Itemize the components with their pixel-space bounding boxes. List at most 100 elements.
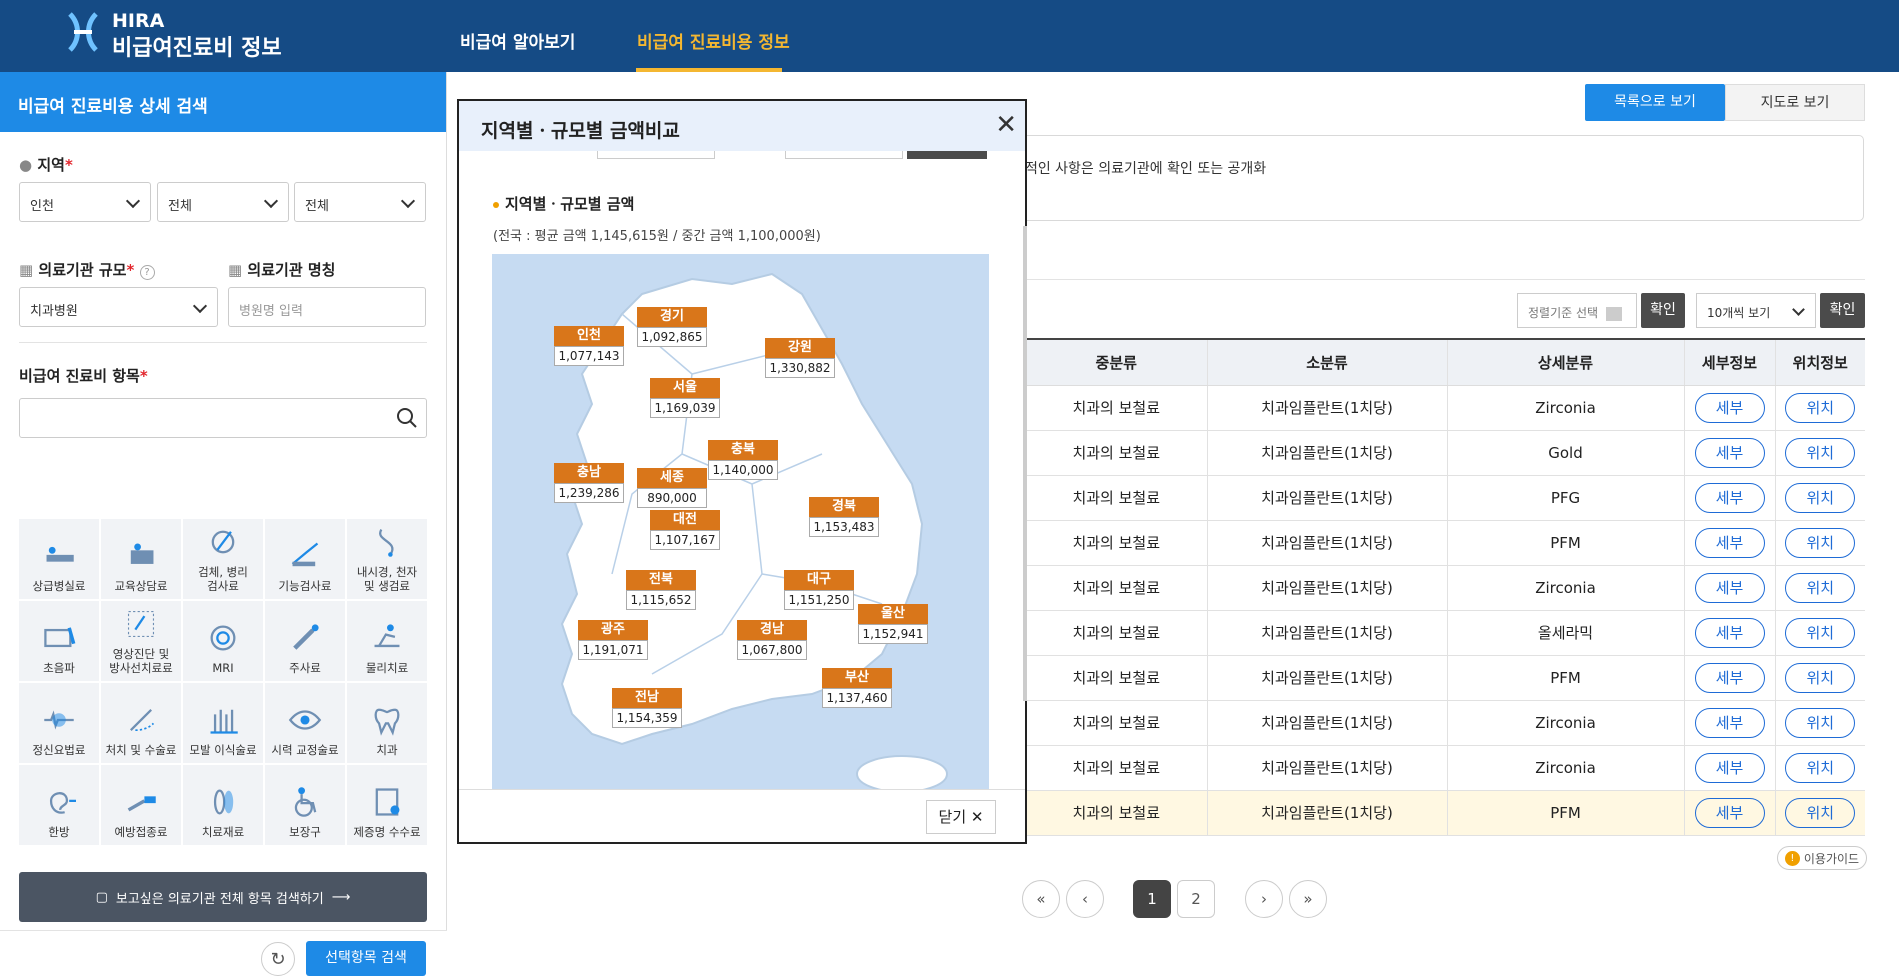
list-view-button[interactable]: 목록으로 보기	[1585, 84, 1725, 121]
search-icon[interactable]	[396, 407, 418, 429]
sort-confirm-button[interactable]: 확인	[1641, 293, 1685, 328]
category-item-endoscope[interactable]: 내시경, 천자 및 생검료	[347, 519, 427, 599]
page-button-current[interactable]: 1	[1133, 880, 1171, 918]
region-value: 1,107,167	[650, 530, 720, 550]
category-item-certificate[interactable]: 제증명 수수료	[347, 765, 427, 845]
region-district-select[interactable]: 전체	[157, 182, 289, 222]
category-item-ear[interactable]: 한방	[19, 765, 99, 845]
nav-item-learn[interactable]: 비급여 알아보기	[460, 28, 575, 53]
category-item-function-test[interactable]: 기능검사료	[265, 519, 345, 599]
divider	[0, 930, 447, 931]
page-size-select[interactable]: 10개씩 보기	[1696, 293, 1816, 328]
usage-guide-button[interactable]: ! 이용가이드	[1777, 846, 1867, 870]
col-header: 중분류	[1026, 338, 1208, 386]
category-item-ultrasound[interactable]: 초음파	[19, 601, 99, 681]
scale-select[interactable]: 치과병원	[19, 287, 218, 327]
help-icon[interactable]: ?	[139, 265, 155, 280]
region-badge: 충남 1,239,286	[554, 463, 624, 503]
search-all-items-button[interactable]: ▢ 보고싶은 의료기관 전체 항목 검색하기 ⟶	[19, 872, 427, 922]
category-label: 기능검사료	[278, 579, 332, 593]
sort-select[interactable]: 정렬기준 선택	[1517, 293, 1637, 328]
category-label: MRI	[212, 661, 234, 675]
category-item-wheelchair[interactable]: 보장구	[265, 765, 345, 845]
detail-button[interactable]: 세부	[1694, 392, 1765, 423]
category-item-injection[interactable]: 주사료	[265, 601, 345, 681]
category-item-bed[interactable]: 상급병실료	[19, 519, 99, 599]
map-view-button[interactable]: 지도로 보기	[1725, 84, 1865, 121]
detail-button[interactable]: 세부	[1694, 617, 1765, 648]
info-icon: !	[1784, 850, 1800, 866]
page-button[interactable]: 2	[1177, 880, 1215, 918]
refresh-icon[interactable]: ↻	[261, 942, 295, 976]
page-size-confirm-button[interactable]: 확인	[1820, 293, 1865, 328]
location-button[interactable]: 위치	[1785, 437, 1856, 468]
category-item-tooth[interactable]: 치과	[347, 683, 427, 763]
location-button[interactable]: 위치	[1785, 752, 1856, 783]
divider	[1026, 279, 1865, 280]
category-item-specimen[interactable]: 검체, 병리 검사료	[183, 519, 263, 599]
hospital-name-input[interactable]: 병원명 입력	[228, 287, 426, 327]
detail-button[interactable]: 세부	[1694, 437, 1765, 468]
first-page-icon[interactable]: «	[1022, 880, 1060, 918]
category-item-brain[interactable]: 정신요법료	[19, 683, 99, 763]
category-item-physio[interactable]: 물리치료	[347, 601, 427, 681]
hospital-icon: ▦	[228, 261, 243, 279]
table-row: 치과의 보철료 치과임플란트(1치당) Zirconia 세부 위치	[1026, 745, 1865, 791]
table-cell: 치과임플란트(1치당)	[1207, 520, 1448, 566]
category-item-hair[interactable]: 모발 이식술료	[183, 683, 263, 763]
location-button[interactable]: 위치	[1785, 707, 1856, 738]
prev-page-icon[interactable]: ‹	[1066, 880, 1104, 918]
category-label: 검체, 병리 검사료	[198, 565, 248, 593]
name-label: ▦ 의료기관 명칭	[228, 261, 336, 279]
category-label: 한방	[48, 825, 70, 839]
region-badge: 세종 890,000	[637, 468, 707, 508]
table-cell: 치과임플란트(1치당)	[1207, 475, 1448, 521]
location-button[interactable]: 위치	[1785, 797, 1856, 828]
close-icon[interactable]: ✕	[995, 112, 1017, 138]
category-item-counseling[interactable]: 교육상담료	[101, 519, 181, 599]
region-city-select[interactable]: 인천	[19, 182, 151, 222]
item-search-input[interactable]	[19, 398, 427, 438]
category-item-surgery[interactable]: 처치 및 수술료	[101, 683, 181, 763]
detail-button[interactable]: 세부	[1694, 752, 1765, 783]
location-button[interactable]: 위치	[1785, 392, 1856, 423]
category-item-xray[interactable]: 영상진단 및 방사선치료료	[101, 601, 181, 681]
search-selected-button[interactable]: 선택항목 검색	[306, 941, 426, 976]
category-label: 치과	[376, 743, 398, 757]
physio-icon	[374, 624, 400, 648]
detail-button[interactable]: 세부	[1694, 572, 1765, 603]
table-cell: 위치	[1775, 565, 1865, 611]
modal-scrollbar[interactable]	[1023, 226, 1027, 701]
next-page-icon[interactable]: ›	[1245, 880, 1283, 918]
detail-button[interactable]: 세부	[1694, 662, 1765, 693]
category-item-eye[interactable]: 시력 교정술료	[265, 683, 345, 763]
table-cell: 치과임플란트(1치당)	[1207, 790, 1448, 836]
nav-item-costs[interactable]: 비급여 진료비용 정보	[637, 28, 790, 53]
partial-select[interactable]	[785, 151, 903, 159]
modal-close-button[interactable]: 닫기 ✕	[926, 800, 996, 834]
location-button[interactable]: 위치	[1785, 572, 1856, 603]
table-cell: 세부	[1684, 430, 1776, 476]
specimen-icon	[211, 530, 235, 554]
location-button[interactable]: 위치	[1785, 617, 1856, 648]
table-row: 치과의 보철료 치과임플란트(1치당) 올세라믹 세부 위치	[1026, 610, 1865, 656]
location-button[interactable]: 위치	[1785, 662, 1856, 693]
category-item-mri[interactable]: MRI	[183, 601, 263, 681]
last-page-icon[interactable]: »	[1289, 880, 1327, 918]
detail-button[interactable]: 세부	[1694, 482, 1765, 513]
partial-select[interactable]	[597, 151, 715, 159]
region-subdistrict-select[interactable]: 전체	[294, 182, 426, 222]
category-item-material[interactable]: 치료재료	[183, 765, 263, 845]
partial-button[interactable]	[907, 151, 987, 159]
logo-text-title[interactable]: 비급여진료비 정보	[112, 30, 282, 62]
location-button[interactable]: 위치	[1785, 527, 1856, 558]
detail-button[interactable]: 세부	[1694, 707, 1765, 738]
detail-button[interactable]: 세부	[1694, 797, 1765, 828]
detail-button[interactable]: 세부	[1694, 527, 1765, 558]
region-badge: 울산 1,152,941	[858, 604, 928, 644]
location-button[interactable]: 위치	[1785, 482, 1856, 513]
region-name: 서울	[650, 378, 720, 398]
category-item-vaccine[interactable]: 예방접종료	[101, 765, 181, 845]
logo-text-hira[interactable]: HIRA	[112, 10, 164, 32]
table-row: 치과의 보철료 치과임플란트(1치당) PFM 세부 위치	[1026, 655, 1865, 701]
